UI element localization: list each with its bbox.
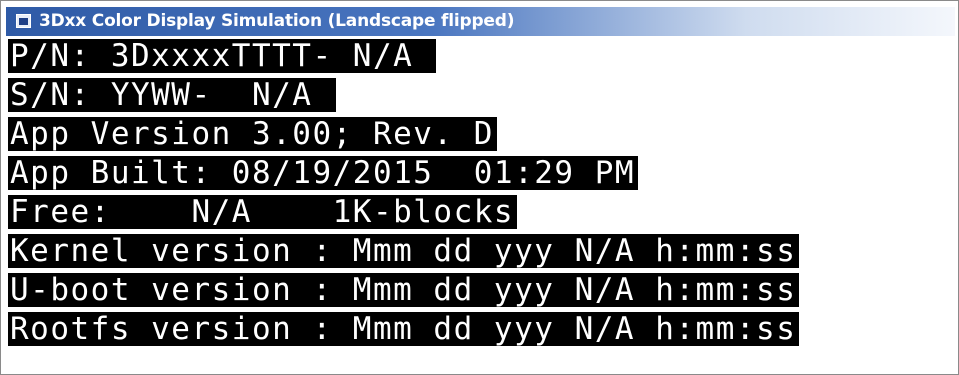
display-screen: P/N: 3DxxxxTTTT- N/A S/N: YYWW- N/A App … xyxy=(8,39,958,351)
app-window-icon-inner xyxy=(19,18,28,25)
display-line-app-built: App Built: 08/19/2015 01:29 PM xyxy=(8,156,958,195)
app-built-text: App Built: 08/19/2015 01:29 PM xyxy=(8,156,639,190)
display-line-rootfs-version: Rootfs version : Mmm dd yyy N/A h:mm:ss xyxy=(8,312,958,351)
display-line-kernel-version: Kernel version : Mmm dd yyy N/A h:mm:ss xyxy=(8,234,958,273)
display-line-uboot-version: U-boot version : Mmm dd yyy N/A h:mm:ss xyxy=(8,273,958,312)
app-version-text: App Version 3.00; Rev. D xyxy=(8,117,497,151)
free-blocks-text: Free: N/A 1K-blocks xyxy=(8,195,518,229)
part-number-text: P/N: 3DxxxxTTTT- N/A xyxy=(8,39,437,73)
uboot-version-text: U-boot version : Mmm dd yyy N/A h:mm:ss xyxy=(8,273,800,307)
display-line-app-version: App Version 3.00; Rev. D xyxy=(8,117,958,156)
title-bar[interactable]: 3Dxx Color Display Simulation (Landscape… xyxy=(6,7,955,36)
window-title: 3Dxx Color Display Simulation (Landscape… xyxy=(39,11,515,31)
display-line-serial-number: S/N: YYWW- N/A xyxy=(8,78,958,117)
rootfs-version-text: Rootfs version : Mmm dd yyy N/A h:mm:ss xyxy=(8,312,800,346)
kernel-version-text: Kernel version : Mmm dd yyy N/A h:mm:ss xyxy=(8,234,800,268)
simulation-window: 3Dxx Color Display Simulation (Landscape… xyxy=(0,0,959,375)
app-window-icon[interactable] xyxy=(16,14,31,28)
display-line-part-number: P/N: 3DxxxxTTTT- N/A xyxy=(8,39,958,78)
serial-number-text: S/N: YYWW- N/A xyxy=(8,78,336,112)
display-line-free: Free: N/A 1K-blocks xyxy=(8,195,958,234)
